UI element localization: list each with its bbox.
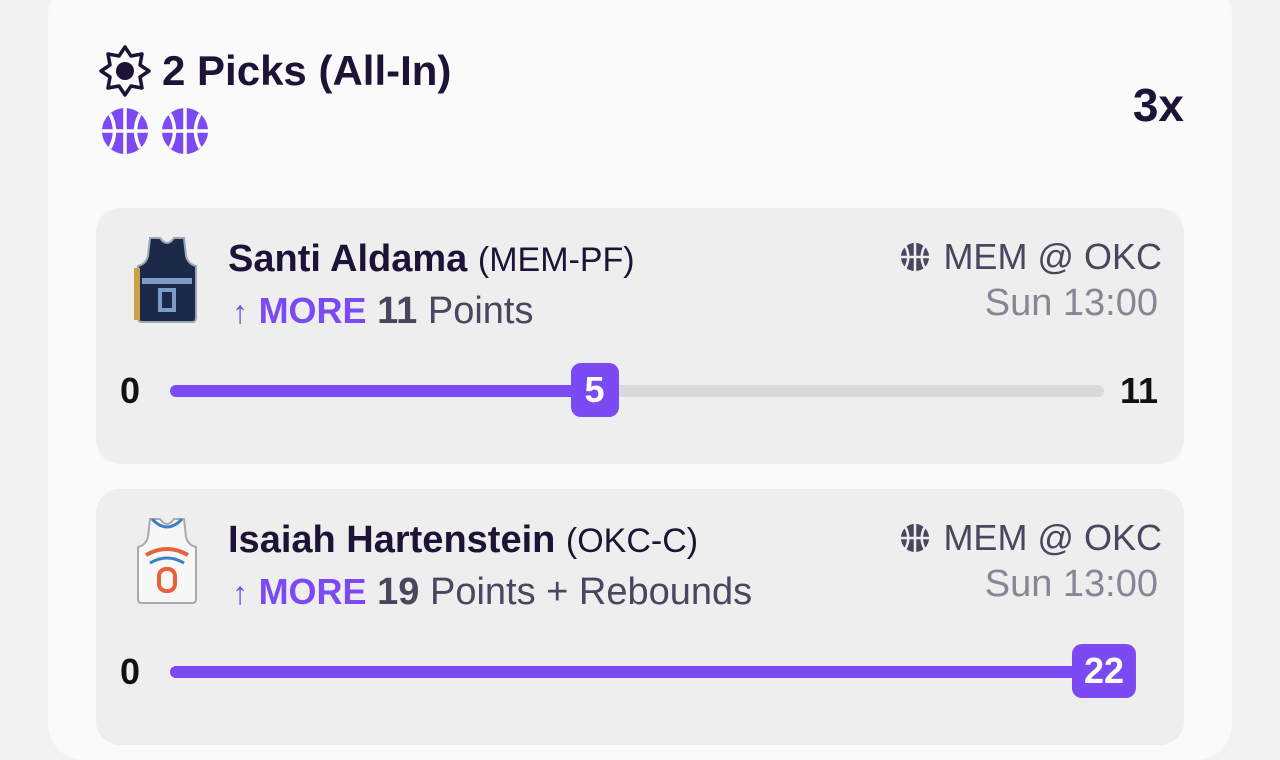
player-name: Isaiah Hartenstein (OKC-C) <box>228 519 698 562</box>
pick-line: ↑ MORE 11 Points <box>232 290 533 333</box>
progress-current: 22 <box>1071 644 1137 698</box>
arrow-up-icon: ↑ <box>232 575 248 611</box>
basketball-icon <box>901 523 930 553</box>
line-value: 11 <box>377 290 418 332</box>
progress-fill <box>170 666 1104 678</box>
okc-jersey-icon <box>137 517 197 604</box>
payout-multiplier: 3x <box>1132 79 1184 131</box>
progress-track <box>170 385 1104 397</box>
player-position: (MEM-PF) <box>477 241 635 279</box>
page-title: 2 Picks (All-In) <box>162 47 452 94</box>
matchup-text: MEM @ OKC <box>943 236 1162 277</box>
pick-direction: MORE <box>258 290 367 331</box>
matchup-text: MEM @ OKC <box>943 517 1162 558</box>
line-value: 19 <box>377 571 420 613</box>
pick-card[interactable]: Isaiah Hartenstein (OKC-C) ↑ MORE 19 Poi… <box>96 489 1184 745</box>
matchup: MEM @ OKC <box>899 236 1162 278</box>
player-name-text: Isaiah Hartenstein <box>228 519 556 561</box>
stat-label: Points + Rebounds <box>429 571 753 613</box>
progress-max: 11 <box>1119 370 1158 411</box>
progress-min: 0 <box>120 651 141 692</box>
pick-direction: MORE <box>258 571 367 612</box>
sun-badge-icon <box>99 45 151 97</box>
basketball-icon <box>901 242 930 272</box>
basketball-icon <box>162 108 208 154</box>
arrow-up-icon: ↑ <box>232 294 248 330</box>
memphis-jersey-icon <box>134 237 197 323</box>
progress-track <box>170 666 1104 678</box>
pick-line: ↑ MORE 19 Points + Rebounds <box>232 571 752 614</box>
progress-min: 0 <box>120 370 141 411</box>
stat-label: Points <box>427 290 534 332</box>
basketball-icon <box>102 108 148 154</box>
progress-current: 5 <box>570 363 619 417</box>
pick-card[interactable]: Santi Aldama (MEM-PF) ↑ MORE 11 Points M… <box>96 208 1184 464</box>
player-name: Santi Aldama (MEM-PF) <box>228 238 635 281</box>
game-time: Sun 13:00 <box>984 282 1158 324</box>
player-position: (OKC-C) <box>565 522 699 560</box>
progress-fill <box>170 385 595 397</box>
matchup: MEM @ OKC <box>899 517 1162 559</box>
player-name-text: Santi Aldama <box>228 238 468 280</box>
game-time: Sun 13:00 <box>984 563 1158 605</box>
